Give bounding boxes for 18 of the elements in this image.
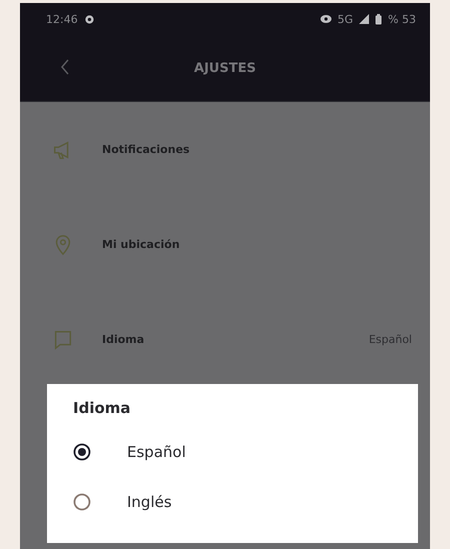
radio-button[interactable]	[73, 493, 91, 511]
battery-level: % 53	[388, 12, 416, 26]
setting-label[interactable]: Notificaciones	[102, 143, 190, 156]
back-icon[interactable]	[60, 59, 70, 75]
signal-icon	[359, 14, 370, 24]
speech-bubble-icon	[52, 328, 74, 350]
clock-time: 12:46	[46, 12, 78, 26]
network-type: 5G	[338, 12, 354, 26]
option-label[interactable]: Inglés	[127, 493, 172, 511]
dialog-title: Idioma	[73, 399, 131, 417]
option-label[interactable]: Español	[127, 443, 186, 461]
setting-value: Español	[368, 333, 412, 346]
screen-title: AJUSTES	[194, 60, 256, 76]
setting-label[interactable]: Idioma	[102, 333, 144, 346]
eye-icon	[320, 14, 332, 24]
setting-label[interactable]: Mi ubicación	[102, 238, 180, 251]
radio-button[interactable]	[73, 443, 91, 461]
battery-icon	[375, 14, 382, 24]
